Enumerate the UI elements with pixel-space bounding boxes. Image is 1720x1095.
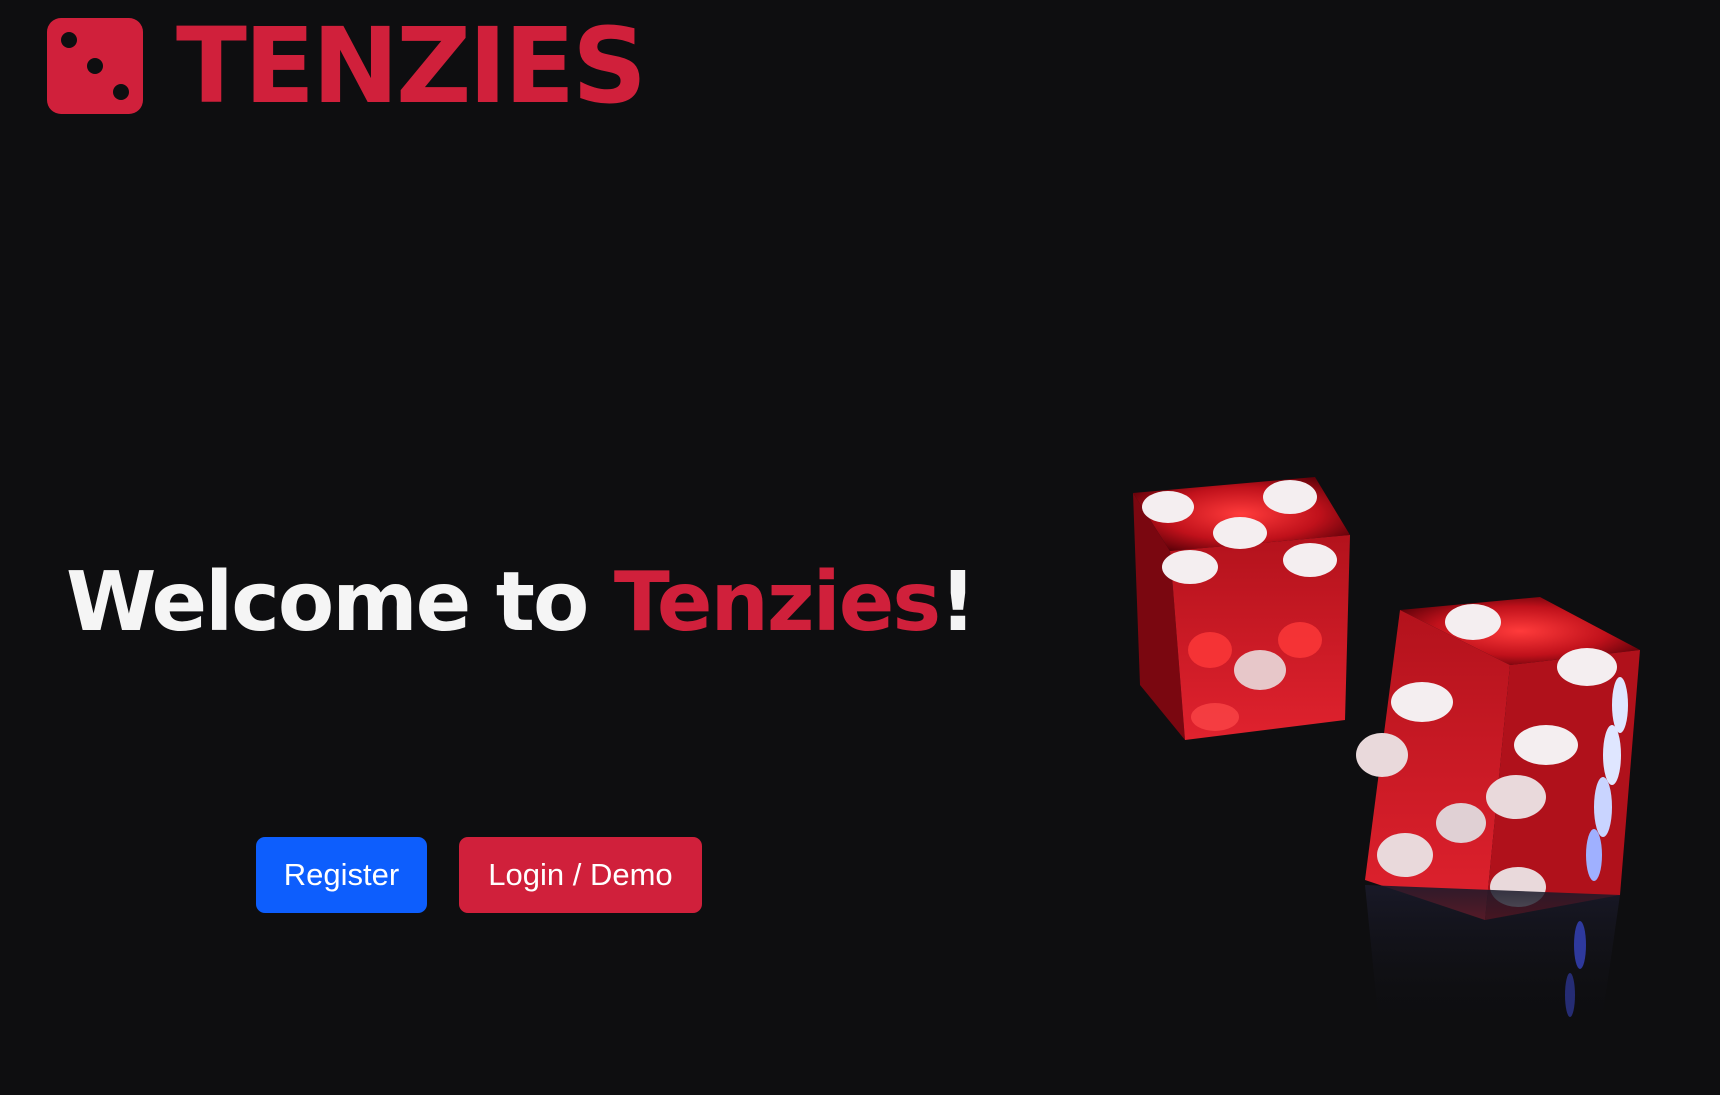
- welcome-accent: Tenzies: [613, 555, 941, 650]
- die-right: [1356, 597, 1640, 920]
- login-demo-button[interactable]: Login / Demo: [459, 837, 702, 913]
- die-three-icon: [47, 18, 143, 114]
- register-button[interactable]: Register: [256, 837, 427, 913]
- brand-header: TENZIES: [47, 5, 647, 127]
- welcome-heading: Welcome to Tenzies!: [66, 555, 977, 651]
- brand-name: TENZIES: [176, 5, 647, 127]
- die-left: [1133, 477, 1350, 740]
- welcome-prefix: Welcome to: [66, 555, 614, 650]
- red-dice-photo: [1133, 477, 1640, 1035]
- welcome-suffix: !: [939, 555, 976, 650]
